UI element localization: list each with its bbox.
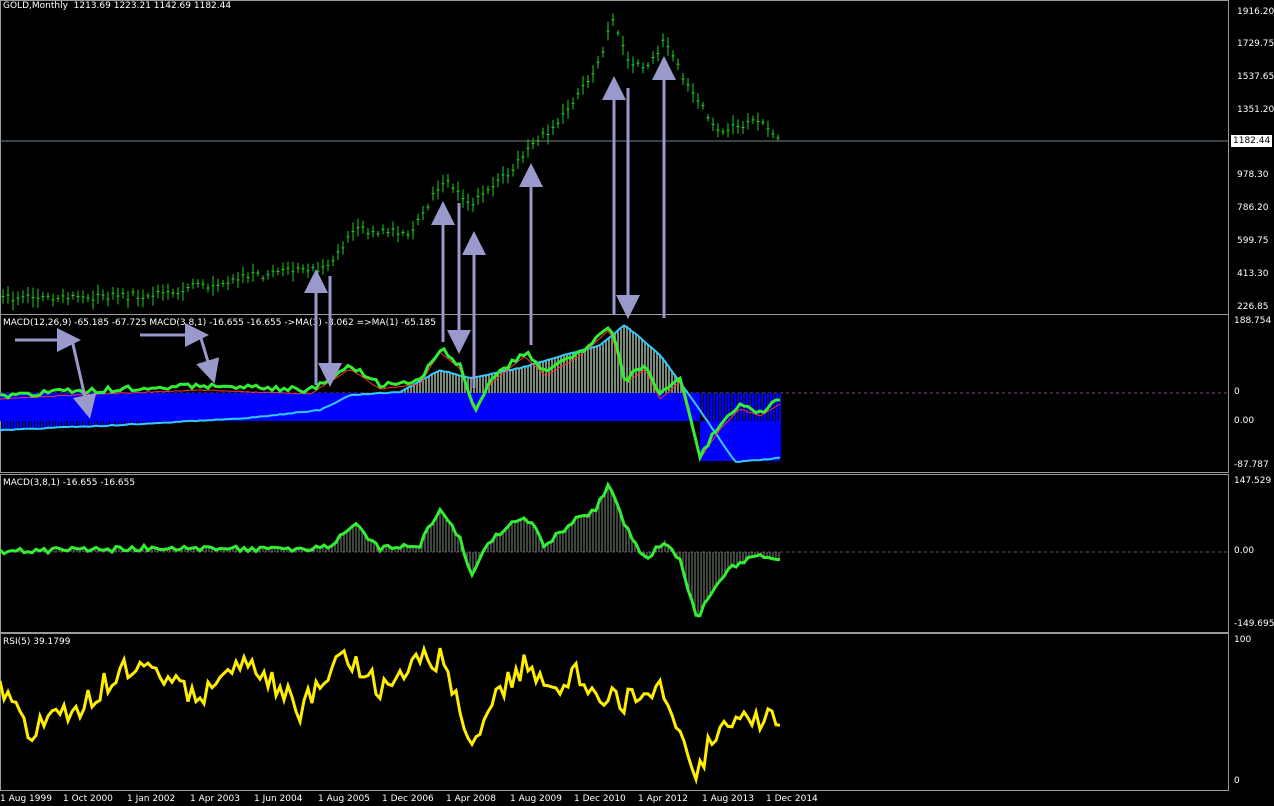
- histogram-bar: [632, 331, 634, 393]
- histogram-bar: [503, 371, 505, 393]
- histogram-bar: [626, 325, 628, 393]
- histogram-bar: [437, 371, 439, 393]
- histogram-bar: [527, 365, 529, 393]
- histogram-bar: [428, 376, 430, 393]
- histogram-bar: [452, 373, 454, 393]
- histogram-block: [330, 393, 700, 421]
- histogram-bar: [533, 364, 535, 393]
- histogram-bar: [434, 373, 436, 393]
- histogram-bar: [545, 360, 547, 393]
- rsi-line: [0, 644, 781, 785]
- histogram-bar: [662, 357, 664, 393]
- histogram-bar: [479, 376, 481, 393]
- histogram-bar: [635, 333, 637, 393]
- histogram-bar: [584, 349, 586, 393]
- histogram-bar: [518, 368, 520, 393]
- histogram-bar: [629, 328, 631, 393]
- histogram-bar: [638, 336, 640, 393]
- histogram-bar: [455, 374, 457, 393]
- histogram-bar: [446, 371, 448, 393]
- histogram-bar: [470, 378, 472, 393]
- histogram-bar: [506, 370, 508, 393]
- histogram-bar: [422, 379, 424, 393]
- macd-small-line: [0, 481, 781, 618]
- histogram-bar: [542, 361, 544, 393]
- histogram-bar: [566, 354, 568, 393]
- histogram-bar: [710, 393, 712, 425]
- histogram-bar: [701, 393, 703, 412]
- histogram-bar: [440, 370, 442, 393]
- histogram-bar: [611, 336, 613, 393]
- histogram-bar: [596, 346, 598, 393]
- histogram-bar: [704, 393, 706, 416]
- histogram-bar: [587, 348, 589, 393]
- histogram-bar: [521, 367, 523, 393]
- histogram-block: [0, 393, 330, 421]
- histogram-bar: [581, 350, 583, 393]
- histogram-bar: [524, 366, 526, 393]
- histogram-bar: [578, 351, 580, 393]
- histogram-bar: [425, 378, 427, 393]
- histogram-bar: [548, 359, 550, 393]
- histogram-bar: [431, 374, 433, 393]
- histogram-bar: [623, 326, 625, 393]
- histogram-bar: [449, 372, 451, 393]
- histogram-bar: [512, 369, 514, 393]
- histogram-bar: [443, 370, 445, 393]
- annotation-arrow: [196, 334, 220, 384]
- histogram-bar: [602, 343, 604, 393]
- histogram-bar: [590, 347, 592, 393]
- histogram-bar: [458, 374, 460, 393]
- histogram-bar: [599, 345, 601, 393]
- chart-plot-area: [0, 13, 1229, 785]
- histogram-bar: [482, 375, 484, 393]
- histogram-bar: [509, 370, 511, 393]
- histogram-bar: [530, 365, 532, 393]
- histogram-bar: [569, 353, 571, 393]
- histogram-bar: [707, 393, 709, 421]
- histogram-bar: [515, 369, 517, 393]
- histogram-bar: [608, 338, 610, 393]
- histogram-bar: [551, 359, 553, 393]
- histogram-bar: [650, 346, 652, 393]
- histogram-bar: [593, 347, 595, 393]
- histogram-bar: [605, 341, 607, 393]
- histogram-bar: [659, 354, 661, 393]
- histogram-bar: [476, 376, 478, 393]
